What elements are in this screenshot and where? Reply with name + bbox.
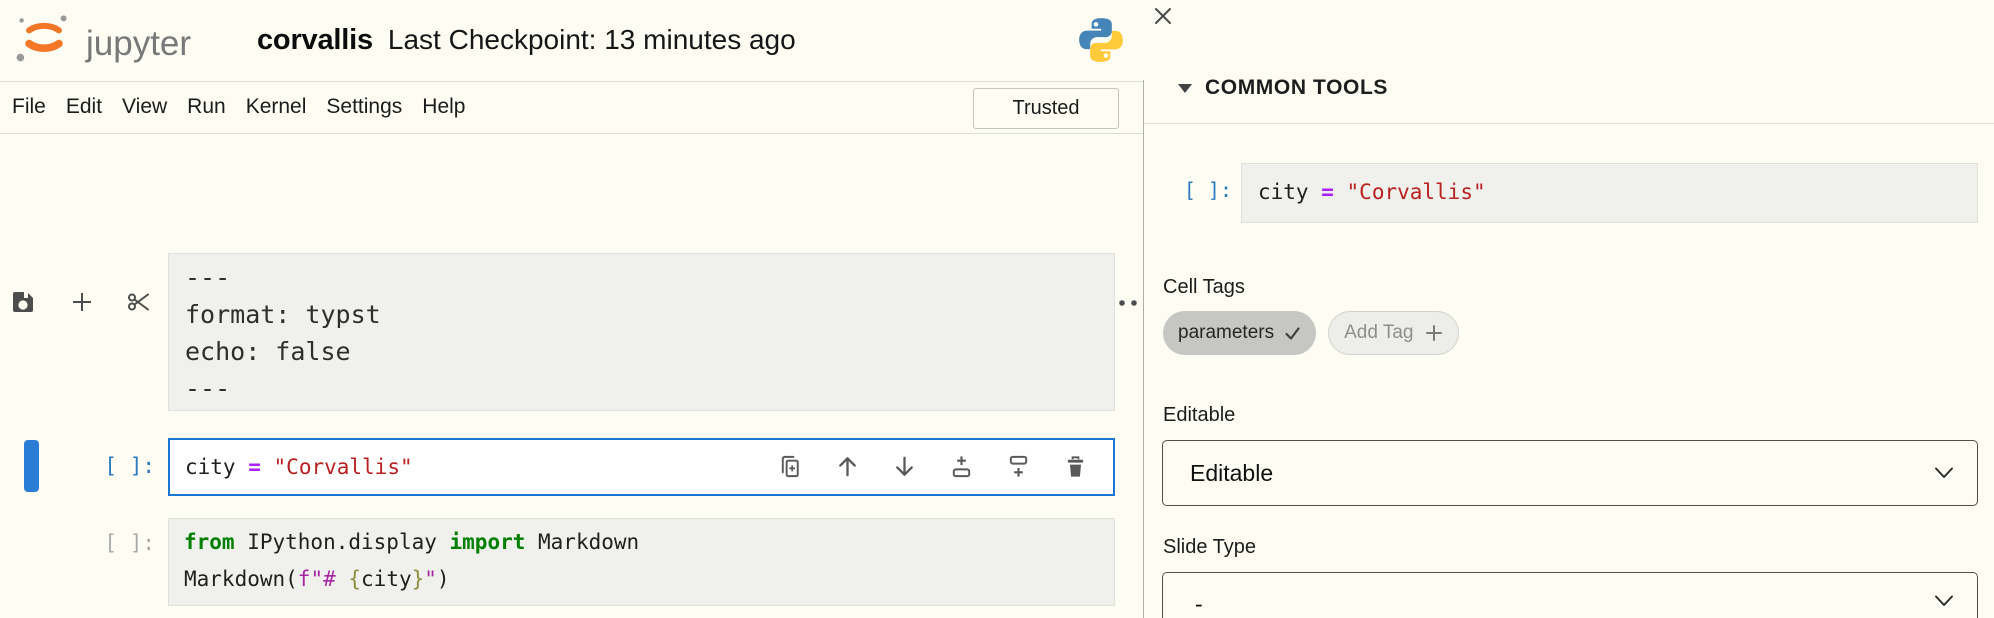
- add-tag-button[interactable]: Add Tag: [1328, 311, 1458, 355]
- jupyter-logo-top-crescent: [29, 26, 59, 31]
- editable-select[interactable]: Editable: [1162, 440, 1978, 506]
- menu-help[interactable]: Help: [412, 95, 475, 119]
- insert-cell-above-button[interactable]: [948, 453, 975, 480]
- slide-type-label: Slide Type: [1163, 536, 1256, 559]
- code-line: Markdown(f"# {city}"): [184, 561, 1114, 598]
- section-divider: [1144, 123, 1994, 124]
- slide-type-select[interactable]: -: [1162, 572, 1978, 618]
- editable-label: Editable: [1163, 404, 1235, 427]
- section-caret-down-icon: [1178, 84, 1192, 93]
- menu-run[interactable]: Run: [177, 95, 236, 119]
- code-cell-editor[interactable]: from IPython.display import Markdown Mar…: [168, 518, 1115, 606]
- raw-cell-line: echo: false: [185, 333, 1114, 370]
- jupyter-logo-bottom-crescent: [29, 44, 59, 49]
- duplicate-cell-button[interactable]: [777, 453, 804, 480]
- notebook-toolbar: Code JupyterLab: [0, 135, 1143, 191]
- check-icon: [1284, 325, 1301, 342]
- raw-cell-line: ---: [185, 259, 1114, 296]
- code-line: from IPython.display import Markdown: [184, 524, 1114, 561]
- cell-input-prompt: [ ]:: [55, 531, 155, 555]
- insert-cell-below-button[interactable]: [1005, 453, 1032, 480]
- code-line: city = "Corvallis": [1242, 164, 1977, 220]
- chevron-down-icon: [1933, 595, 1955, 608]
- active-code-cell-editor[interactable]: city = "Corvallis": [168, 438, 1115, 496]
- tag-label: parameters: [1178, 322, 1274, 344]
- notebook-header: jupyter corvallis Last Checkpoint: 13 mi…: [0, 0, 1143, 82]
- slide-type-select-value: -: [1163, 591, 1203, 618]
- menu-edit[interactable]: Edit: [56, 95, 112, 119]
- close-panel-button[interactable]: [1152, 5, 1174, 27]
- plus-icon: [1425, 324, 1443, 342]
- checkpoint-status: Last Checkpoint: 13 minutes ago: [388, 24, 796, 56]
- cut-cell-button[interactable]: [125, 288, 153, 316]
- chevron-down-icon: [1933, 467, 1955, 480]
- move-cell-down-button[interactable]: [891, 453, 918, 480]
- preview-cell-prompt: [ ]:: [1150, 178, 1232, 202]
- menu-kernel[interactable]: Kernel: [236, 95, 317, 119]
- tag-parameters[interactable]: parameters: [1163, 311, 1316, 355]
- close-icon: [1152, 5, 1174, 27]
- python-kernel-icon: [1076, 13, 1126, 72]
- active-cell-collapser-bar[interactable]: [24, 440, 39, 492]
- preview-cell-editor[interactable]: city = "Corvallis": [1241, 163, 1978, 223]
- section-title: COMMON TOOLS: [1205, 76, 1388, 100]
- trusted-button[interactable]: Trusted: [973, 88, 1119, 129]
- save-button[interactable]: [9, 288, 37, 316]
- cell-input-prompt: [ ]:: [55, 454, 155, 478]
- raw-cell-line: format: typst: [185, 296, 1114, 333]
- insert-cell-button[interactable]: [68, 288, 96, 316]
- cell-tags-list: parameters Add Tag: [1163, 311, 1459, 355]
- cell-tags-label: Cell Tags: [1163, 276, 1245, 299]
- scissors-icon: [125, 288, 153, 316]
- raw-cell-line: ---: [185, 370, 1114, 407]
- plus-icon: [68, 288, 96, 316]
- move-cell-up-button[interactable]: [834, 453, 861, 480]
- raw-cell-editor[interactable]: --- format: typst echo: false ---: [168, 253, 1115, 411]
- delete-cell-button[interactable]: [1062, 453, 1089, 480]
- editable-select-value: Editable: [1163, 460, 1273, 487]
- menu-settings[interactable]: Settings: [316, 95, 412, 119]
- cell-toolbar: [777, 453, 1089, 480]
- menu-bar: File Edit View Run Kernel Settings Help: [0, 81, 1143, 134]
- common-tools-section-header[interactable]: COMMON TOOLS: [1178, 76, 1388, 100]
- notebook-title[interactable]: corvallis: [257, 24, 373, 57]
- menu-view[interactable]: View: [112, 95, 177, 119]
- jupyter-logo[interactable]: jupyter: [14, 12, 244, 73]
- jupyter-logo-text: jupyter: [85, 24, 191, 63]
- jupyter-notebook-app: jupyter corvallis Last Checkpoint: 13 mi…: [0, 0, 1994, 618]
- panel-divider[interactable]: [1143, 80, 1144, 618]
- save-icon: [9, 288, 37, 316]
- add-tag-label: Add Tag: [1344, 322, 1413, 344]
- menu-file[interactable]: File: [2, 95, 56, 119]
